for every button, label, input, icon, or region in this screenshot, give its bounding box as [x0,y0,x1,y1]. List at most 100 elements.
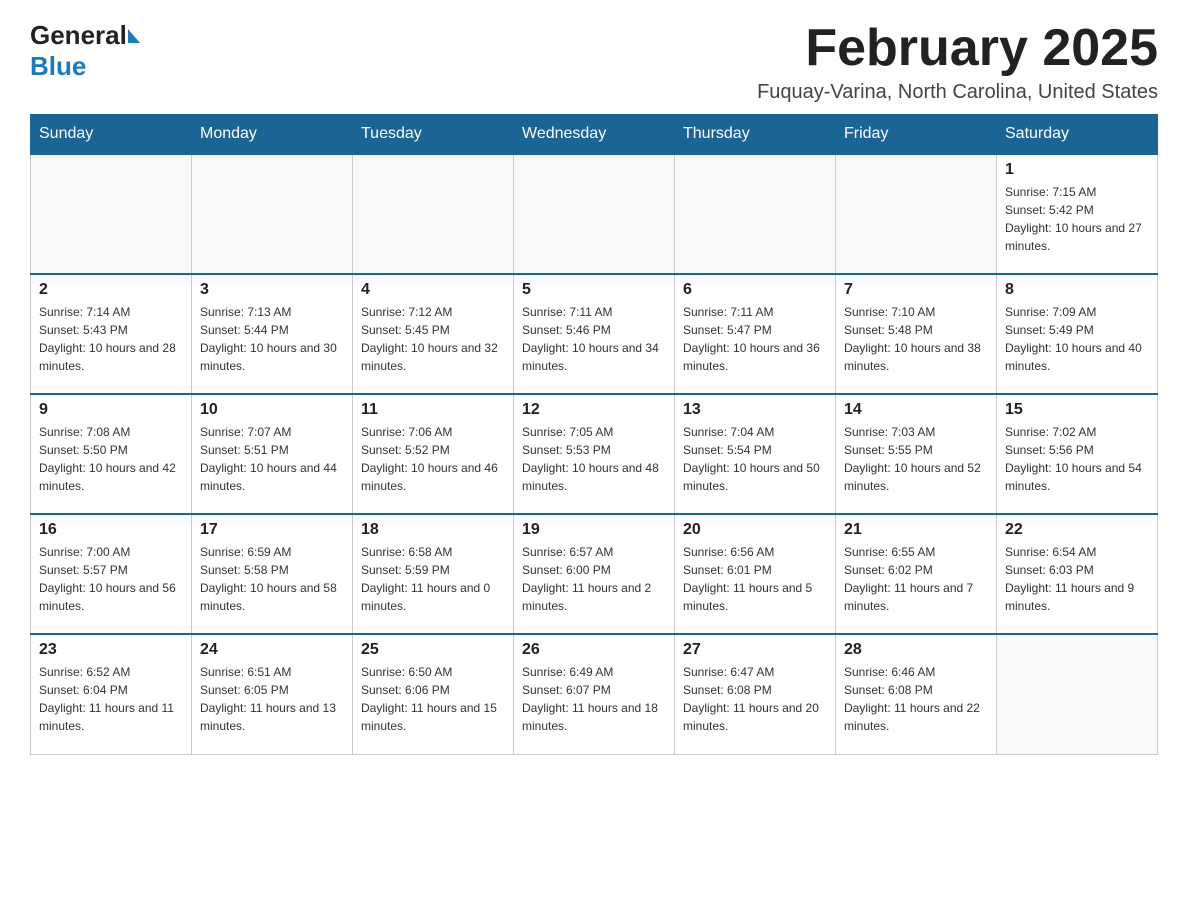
week-row-5: 23 Sunrise: 6:52 AM Sunset: 6:04 PM Dayli… [31,634,1158,754]
calendar-cell-w1-d4 [675,154,836,274]
calendar-cell-w4-d0: 16 Sunrise: 7:00 AM Sunset: 5:57 PM Dayli… [31,514,192,634]
day-info: Sunrise: 7:02 AM Sunset: 5:56 PM Dayligh… [1005,423,1149,495]
col-thursday: Thursday [675,115,836,155]
day-info: Sunrise: 6:51 AM Sunset: 6:05 PM Dayligh… [200,663,344,735]
day-number: 21 [844,521,988,539]
day-number: 10 [200,401,344,419]
day-number: 26 [522,641,666,659]
calendar-cell-w5-d2: 25 Sunrise: 6:50 AM Sunset: 6:06 PM Dayli… [353,634,514,754]
calendar-cell-w2-d2: 4 Sunrise: 7:12 AM Sunset: 5:45 PM Daylig… [353,274,514,394]
day-info: Sunrise: 7:05 AM Sunset: 5:53 PM Dayligh… [522,423,666,495]
day-number: 25 [361,641,505,659]
calendar-cell-w3-d4: 13 Sunrise: 7:04 AM Sunset: 5:54 PM Dayli… [675,394,836,514]
logo-blue-text: Blue [30,51,86,81]
day-number: 23 [39,641,183,659]
week-row-4: 16 Sunrise: 7:00 AM Sunset: 5:57 PM Dayli… [31,514,1158,634]
calendar-cell-w2-d4: 6 Sunrise: 7:11 AM Sunset: 5:47 PM Daylig… [675,274,836,394]
day-info: Sunrise: 6:46 AM Sunset: 6:08 PM Dayligh… [844,663,988,735]
day-number: 1 [1005,161,1149,179]
day-info: Sunrise: 7:11 AM Sunset: 5:46 PM Dayligh… [522,303,666,375]
calendar-cell-w1-d0 [31,154,192,274]
calendar-cell-w5-d0: 23 Sunrise: 6:52 AM Sunset: 6:04 PM Dayli… [31,634,192,754]
week-row-1: 1 Sunrise: 7:15 AM Sunset: 5:42 PM Daylig… [31,154,1158,274]
col-saturday: Saturday [997,115,1158,155]
calendar-cell-w5-d4: 27 Sunrise: 6:47 AM Sunset: 6:08 PM Dayli… [675,634,836,754]
calendar-cell-w4-d6: 22 Sunrise: 6:54 AM Sunset: 6:03 PM Dayli… [997,514,1158,634]
day-number: 13 [683,401,827,419]
day-info: Sunrise: 6:58 AM Sunset: 5:59 PM Dayligh… [361,543,505,615]
day-number: 5 [522,281,666,299]
day-number: 15 [1005,401,1149,419]
calendar-cell-w3-d3: 12 Sunrise: 7:05 AM Sunset: 5:53 PM Dayli… [514,394,675,514]
calendar-header-row: Sunday Monday Tuesday Wednesday Thursday… [31,115,1158,155]
week-row-3: 9 Sunrise: 7:08 AM Sunset: 5:50 PM Daylig… [31,394,1158,514]
col-sunday: Sunday [31,115,192,155]
day-number: 17 [200,521,344,539]
day-number: 18 [361,521,505,539]
day-info: Sunrise: 7:04 AM Sunset: 5:54 PM Dayligh… [683,423,827,495]
week-row-2: 2 Sunrise: 7:14 AM Sunset: 5:43 PM Daylig… [31,274,1158,394]
calendar-cell-w2-d3: 5 Sunrise: 7:11 AM Sunset: 5:46 PM Daylig… [514,274,675,394]
day-info: Sunrise: 7:15 AM Sunset: 5:42 PM Dayligh… [1005,183,1149,255]
calendar-cell-w2-d6: 8 Sunrise: 7:09 AM Sunset: 5:49 PM Daylig… [997,274,1158,394]
calendar-cell-w3-d0: 9 Sunrise: 7:08 AM Sunset: 5:50 PM Daylig… [31,394,192,514]
day-info: Sunrise: 6:54 AM Sunset: 6:03 PM Dayligh… [1005,543,1149,615]
calendar-cell-w5-d5: 28 Sunrise: 6:46 AM Sunset: 6:08 PM Dayli… [836,634,997,754]
calendar-cell-w1-d2 [353,154,514,274]
day-number: 3 [200,281,344,299]
day-info: Sunrise: 6:47 AM Sunset: 6:08 PM Dayligh… [683,663,827,735]
col-monday: Monday [192,115,353,155]
day-number: 27 [683,641,827,659]
month-title: February 2025 [757,20,1158,77]
day-number: 28 [844,641,988,659]
calendar-cell-w2-d5: 7Sunrise: 7:10 AM Sunset: 5:48 PM Daylig… [836,274,997,394]
day-number: 6 [683,281,827,299]
day-info: Sunrise: 6:57 AM Sunset: 6:00 PM Dayligh… [522,543,666,615]
calendar-cell-w4-d1: 17Sunrise: 6:59 AM Sunset: 5:58 PM Dayli… [192,514,353,634]
day-info: Sunrise: 6:49 AM Sunset: 6:07 PM Dayligh… [522,663,666,735]
day-number: 11 [361,401,505,419]
col-friday: Friday [836,115,997,155]
day-info: Sunrise: 7:09 AM Sunset: 5:49 PM Dayligh… [1005,303,1149,375]
calendar-cell-w5-d3: 26 Sunrise: 6:49 AM Sunset: 6:07 PM Dayli… [514,634,675,754]
page-header: General Blue February 2025 Fuquay-Varina… [30,20,1158,104]
day-info: Sunrise: 7:12 AM Sunset: 5:45 PM Dayligh… [361,303,505,375]
day-number: 8 [1005,281,1149,299]
calendar-cell-w1-d6: 1 Sunrise: 7:15 AM Sunset: 5:42 PM Daylig… [997,154,1158,274]
calendar-cell-w2-d1: 3 Sunrise: 7:13 AM Sunset: 5:44 PM Daylig… [192,274,353,394]
day-number: 2 [39,281,183,299]
title-block: February 2025 Fuquay-Varina, North Carol… [757,20,1158,104]
day-info: Sunrise: 7:13 AM Sunset: 5:44 PM Dayligh… [200,303,344,375]
day-info: Sunrise: 7:11 AM Sunset: 5:47 PM Dayligh… [683,303,827,375]
day-info: Sunrise: 7:00 AM Sunset: 5:57 PM Dayligh… [39,543,183,615]
calendar-cell-w1-d1 [192,154,353,274]
day-number: 20 [683,521,827,539]
calendar-cell-w4-d2: 18 Sunrise: 6:58 AM Sunset: 5:59 PM Dayli… [353,514,514,634]
calendar-cell-w5-d6 [997,634,1158,754]
day-number: 22 [1005,521,1149,539]
logo-arrow-icon [128,29,140,43]
logo: General Blue [30,20,140,82]
day-info: Sunrise: 7:08 AM Sunset: 5:50 PM Dayligh… [39,423,183,495]
day-info: Sunrise: 6:52 AM Sunset: 6:04 PM Dayligh… [39,663,183,735]
day-info: Sunrise: 6:50 AM Sunset: 6:06 PM Dayligh… [361,663,505,735]
day-number: 24 [200,641,344,659]
day-number: 4 [361,281,505,299]
calendar-cell-w3-d5: 14Sunrise: 7:03 AM Sunset: 5:55 PM Dayli… [836,394,997,514]
day-number: 12 [522,401,666,419]
col-tuesday: Tuesday [353,115,514,155]
day-info: Sunrise: 6:56 AM Sunset: 6:01 PM Dayligh… [683,543,827,615]
day-number: 19 [522,521,666,539]
day-number: 9 [39,401,183,419]
calendar-cell-w4-d4: 20 Sunrise: 6:56 AM Sunset: 6:01 PM Dayli… [675,514,836,634]
day-info: Sunrise: 7:10 AM Sunset: 5:48 PM Dayligh… [844,303,988,375]
day-number: 16 [39,521,183,539]
calendar-cell-w5-d1: 24 Sunrise: 6:51 AM Sunset: 6:05 PM Dayli… [192,634,353,754]
day-info: Sunrise: 7:07 AM Sunset: 5:51 PM Dayligh… [200,423,344,495]
day-info: Sunrise: 7:06 AM Sunset: 5:52 PM Dayligh… [361,423,505,495]
calendar-cell-w3-d1: 10 Sunrise: 7:07 AM Sunset: 5:51 PM Dayli… [192,394,353,514]
day-info: Sunrise: 7:14 AM Sunset: 5:43 PM Dayligh… [39,303,183,375]
day-number: 14 [844,401,988,419]
day-info: Sunrise: 6:55 AM Sunset: 6:02 PM Dayligh… [844,543,988,615]
location-title: Fuquay-Varina, North Carolina, United St… [757,81,1158,104]
